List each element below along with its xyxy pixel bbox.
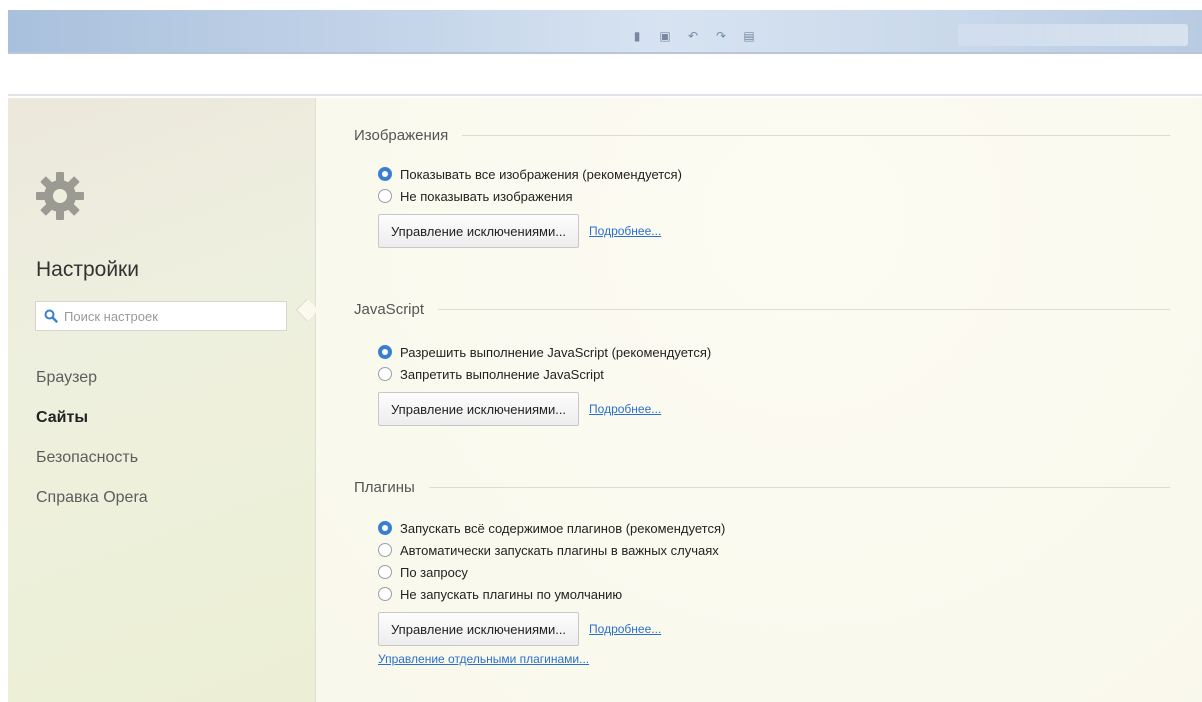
undo-icon[interactable]: ↶ <box>684 28 702 44</box>
window-titlebar: ▮ ▣ ↶ ↷ ▤ <box>8 10 1202 54</box>
section-title: Изображения <box>354 126 449 144</box>
window-search-field[interactable] <box>958 24 1188 46</box>
images-option-show-all[interactable]: Показывать все изображения (рекомендуетс… <box>378 164 1170 184</box>
plugins-section: Плагины Запускать всё содержимое плагино… <box>354 476 1170 668</box>
section-divider <box>428 486 1170 488</box>
plugins-manage-exceptions-button[interactable]: Управление исключениями... <box>378 612 580 646</box>
settings-search-box[interactable] <box>35 301 287 331</box>
radio-label: По запросу <box>400 564 468 580</box>
radio-button[interactable] <box>378 367 392 381</box>
section-header: Изображения <box>354 124 1170 146</box>
radio-label: Не показывать изображения <box>400 188 573 204</box>
disk-icon[interactable]: ▣ <box>656 28 674 44</box>
radio-label: Запускать всё содержимое плагинов (реком… <box>400 520 726 536</box>
radio-button[interactable] <box>378 189 392 203</box>
images-manage-exceptions-button[interactable]: Управление исключениями... <box>378 214 580 248</box>
settings-search-input[interactable] <box>64 308 274 324</box>
js-option-allow[interactable]: Разрешить выполнение JavaScript (рекомен… <box>378 342 1170 362</box>
images-actions: Управление исключениями... Подробнее... <box>378 214 1170 248</box>
section-divider <box>462 134 1170 136</box>
redo-icon[interactable]: ↷ <box>712 28 730 44</box>
section-header: Плагины <box>354 476 1170 498</box>
js-manage-exceptions-button[interactable]: Управление исключениями... <box>378 392 580 426</box>
plugins-option-disabled[interactable]: Не запускать плагины по умолчанию <box>378 584 1170 604</box>
radio-button[interactable] <box>378 521 392 535</box>
javascript-section: JavaScript Разрешить выполнение JavaScri… <box>354 298 1170 426</box>
radio-button[interactable] <box>378 167 392 181</box>
radio-label: Разрешить выполнение JavaScript (рекомен… <box>400 344 712 360</box>
gear-icon <box>36 172 84 220</box>
radio-button[interactable] <box>378 543 392 557</box>
print-icon[interactable]: ▤ <box>740 28 758 44</box>
tab-strip <box>8 56 1202 94</box>
javascript-actions: Управление исключениями... Подробнее... <box>378 392 1170 426</box>
sidebar-item-sites[interactable]: Сайты <box>36 406 148 446</box>
js-option-block[interactable]: Запретить выполнение JavaScript <box>378 364 1170 384</box>
radio-button[interactable] <box>378 345 392 359</box>
radio-button[interactable] <box>378 587 392 601</box>
manage-individual-plugins-link[interactable]: Управление отдельными плагинами... <box>378 652 589 666</box>
plugins-option-on-demand[interactable]: По запросу <box>378 562 1170 582</box>
plugins-actions: Управление исключениями... Подробнее... <box>378 612 1170 646</box>
sidebar-nav: Браузер Сайты Безопасность Справка Opera <box>36 366 148 526</box>
js-more-link[interactable]: Подробнее... <box>589 402 661 416</box>
images-option-hide[interactable]: Не показывать изображения <box>378 186 1170 206</box>
radio-button[interactable] <box>378 565 392 579</box>
save-icon[interactable]: ▮ <box>628 28 646 44</box>
sidebar-item-opera-help[interactable]: Справка Opera <box>36 486 148 526</box>
quick-toolbar: ▮ ▣ ↶ ↷ ▤ <box>628 26 758 46</box>
section-title: Плагины <box>354 478 415 496</box>
radio-label: Запретить выполнение JavaScript <box>400 366 604 382</box>
sidebar-item-browser[interactable]: Браузер <box>36 366 148 406</box>
plugins-option-auto-important[interactable]: Автоматически запускать плагины в важных… <box>378 540 1170 560</box>
section-header: JavaScript <box>354 298 1170 320</box>
images-more-link[interactable]: Подробнее... <box>589 224 661 238</box>
radio-label: Не запускать плагины по умолчанию <box>400 586 623 602</box>
tab-strip-divider <box>8 94 1202 96</box>
plugins-option-run-all[interactable]: Запускать всё содержимое плагинов (реком… <box>378 518 1170 538</box>
settings-content: Изображения Показывать все изображения (… <box>316 98 1202 702</box>
section-divider <box>438 308 1170 310</box>
sidebar-item-security[interactable]: Безопасность <box>36 446 148 486</box>
images-section: Изображения Показывать все изображения (… <box>354 124 1170 248</box>
radio-label: Автоматически запускать плагины в важных… <box>400 542 719 558</box>
settings-sidebar: Настройки Браузер Сайты Безопасность Спр… <box>8 98 316 702</box>
plugins-more-link[interactable]: Подробнее... <box>589 622 661 636</box>
radio-label: Показывать все изображения (рекомендуетс… <box>400 166 682 182</box>
section-title: JavaScript <box>354 300 425 318</box>
page-title: Настройки <box>36 258 139 281</box>
search-icon <box>44 309 58 323</box>
